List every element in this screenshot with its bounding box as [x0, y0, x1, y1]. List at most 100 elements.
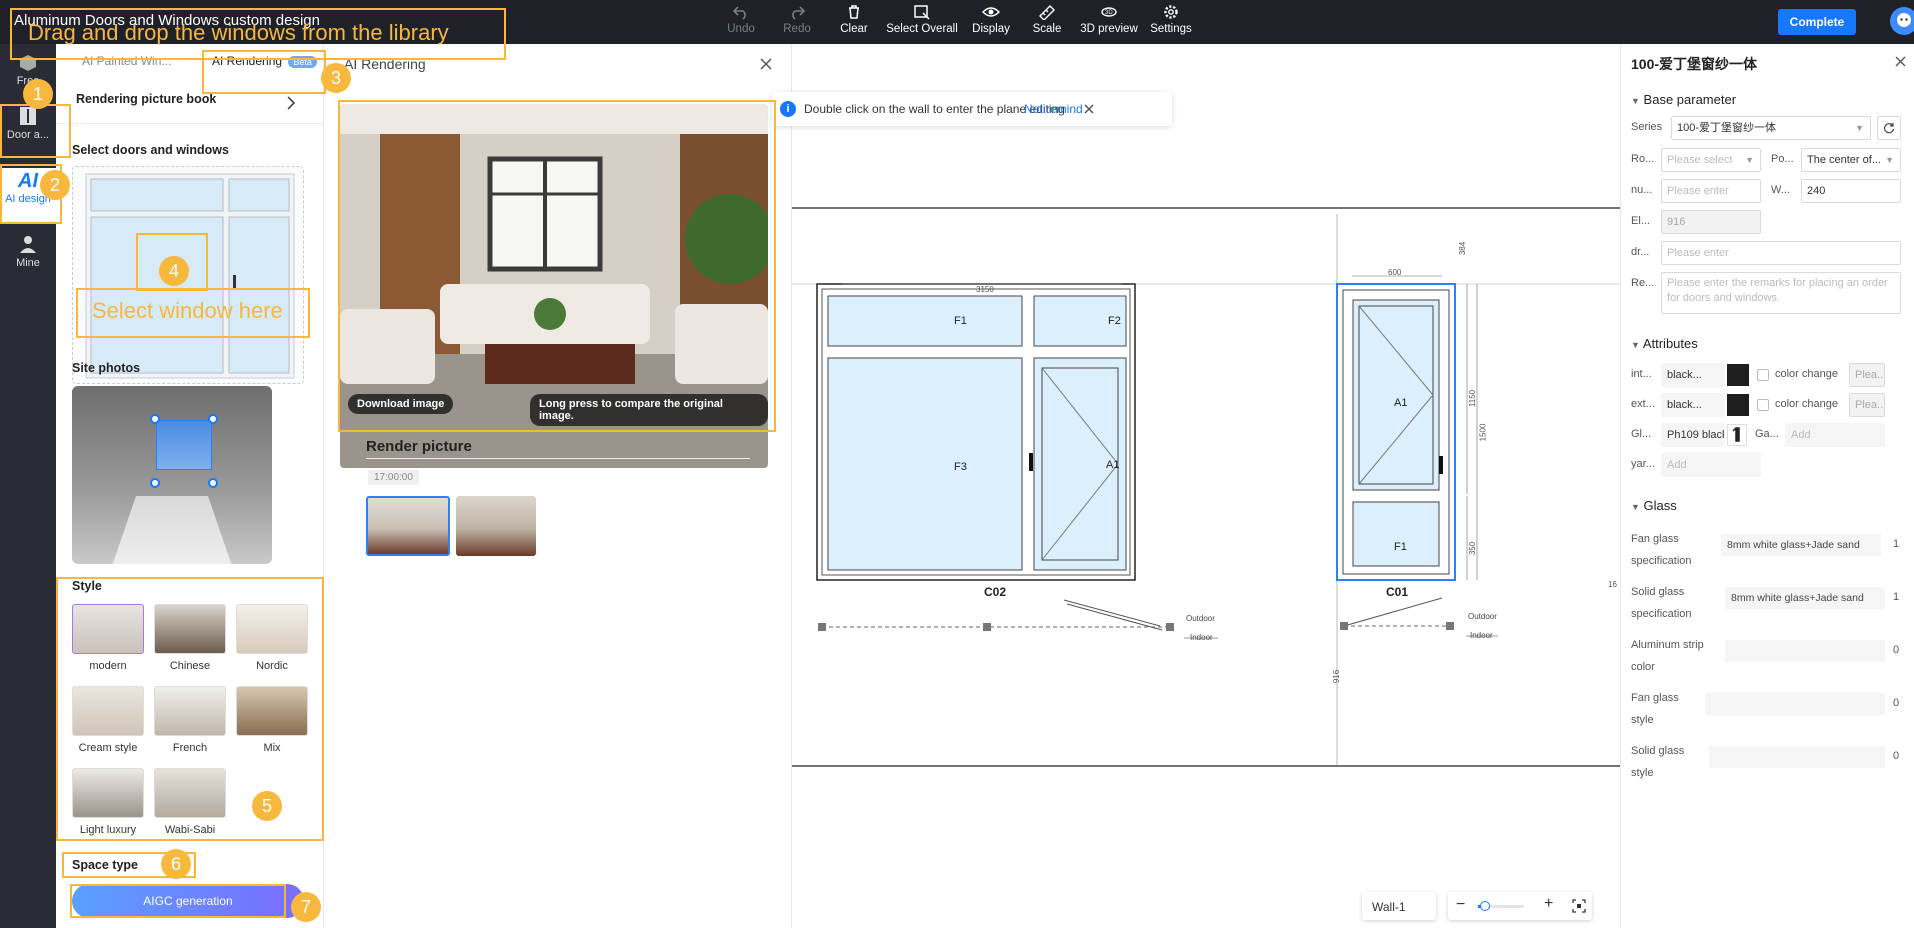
color-change-checkbox[interactable] — [1757, 399, 1769, 411]
gl-label: Gl... — [1631, 428, 1652, 440]
resize-handle[interactable] — [208, 414, 218, 424]
scale-button[interactable]: Scale — [1012, 4, 1082, 42]
undo-icon — [732, 6, 746, 20]
remarks-textarea[interactable]: Please enter the remarks for placing an … — [1661, 272, 1901, 314]
annotation-box-render — [338, 100, 776, 432]
render-time: 17:00:00 — [368, 470, 419, 485]
window-label-c02[interactable]: C02 — [984, 585, 1006, 599]
position-select[interactable]: The center of... ▼ — [1801, 148, 1901, 172]
number-input[interactable]: Please enter — [1661, 179, 1761, 203]
placed-window[interactable] — [156, 420, 212, 470]
chevron-down-icon: ▼ — [1885, 155, 1894, 165]
solid-spec-value[interactable]: 8mm white glass+Jade sand — [1725, 587, 1885, 609]
site-photo[interactable] — [72, 386, 272, 564]
render-picture-title: Render picture — [366, 438, 472, 455]
base-parameter-section[interactable]: ▼ Base parameter — [1631, 92, 1736, 107]
color-change-input: Plea... — [1849, 393, 1885, 417]
series-value: 100-爱丁堡窗纱一体 — [1677, 122, 1777, 134]
avatar[interactable] — [1890, 7, 1914, 35]
interior-color-swatch[interactable] — [1727, 364, 1749, 386]
handle-swatch[interactable] — [1727, 424, 1747, 446]
elevation-drawing — [792, 207, 1620, 767]
wall-selector[interactable]: Wall-1 — [1362, 892, 1436, 920]
indoor-label: Indoor — [1190, 633, 1213, 642]
display-label: Display — [972, 23, 1010, 35]
zoom-out-button[interactable]: − — [1456, 896, 1465, 914]
ro-label: Ro... — [1631, 153, 1655, 165]
annotation-select-hint: Select window here — [92, 298, 283, 323]
complete-button[interactable]: Complete — [1778, 9, 1856, 35]
clear-button[interactable]: Clear — [819, 4, 889, 42]
pane-label: F2 — [1108, 315, 1121, 327]
rotate-3d-icon: 3D — [1101, 7, 1117, 17]
divider — [366, 458, 750, 459]
fan-spec-value[interactable]: 8mm white glass+Jade sand — [1721, 534, 1881, 556]
rail-item-mine[interactable]: Mine — [0, 234, 56, 269]
fan-style-qty: 0 — [1893, 697, 1900, 709]
eye-icon — [982, 7, 1000, 17]
3d-preview-button[interactable]: 3D 3D preview — [1074, 4, 1144, 42]
zoom-slider-thumb[interactable] — [1480, 901, 1490, 911]
annotation-marker-4: 4 — [159, 256, 189, 286]
fan-spec-qty: 1 — [1893, 538, 1900, 550]
annotation-marker-6: 6 — [161, 849, 191, 879]
outdoor-label: Outdoor — [1468, 612, 1497, 621]
color-change-checkbox[interactable] — [1757, 369, 1769, 381]
exterior-color-value[interactable]: black... — [1661, 393, 1725, 417]
dim-edge: 16 — [1608, 580, 1617, 589]
ga-add-input[interactable]: Add — [1785, 423, 1885, 447]
color-change-label: color change — [1775, 398, 1838, 410]
resize-handle[interactable] — [208, 478, 218, 488]
solid-spec-label: Solid glass specification — [1631, 586, 1692, 620]
dim-1150: 1150 — [1468, 389, 1478, 408]
base-parameter-label: Base parameter — [1643, 92, 1737, 107]
glass-section[interactable]: ▼ Glass — [1631, 498, 1677, 513]
fan-style-value[interactable] — [1705, 693, 1885, 715]
dim-1500: 1500 — [1478, 423, 1488, 442]
drawing-canvas[interactable]: i Double click on the wall to enter the … — [772, 44, 1620, 928]
drawing-input[interactable]: Please enter — [1661, 241, 1901, 265]
settings-button[interactable]: Settings — [1136, 4, 1206, 42]
close-icon[interactable] — [1895, 56, 1906, 67]
chevron-right-icon — [287, 96, 296, 110]
interior-color-value[interactable]: black... — [1661, 363, 1725, 387]
resize-handle[interactable] — [150, 414, 160, 424]
window-label-c01[interactable]: C01 — [1386, 585, 1408, 599]
annotation-banner-text: Drag and drop the windows from the libra… — [28, 20, 449, 45]
rail-label-mine: Mine — [16, 257, 40, 269]
handle-icon — [1732, 427, 1740, 442]
dim-c01-width: 600 — [1388, 268, 1402, 277]
refresh-icon — [1883, 123, 1895, 134]
redo-icon — [792, 6, 806, 20]
ro-select[interactable]: Please select ▼ — [1661, 148, 1761, 172]
solid-spec-qty: 1 — [1893, 591, 1900, 603]
exterior-color-swatch[interactable] — [1727, 394, 1749, 416]
solid-style-value[interactable] — [1709, 746, 1885, 768]
series-select[interactable]: 100-爱丁堡窗纱一体 ▼ — [1671, 116, 1871, 140]
resize-handle[interactable] — [150, 478, 160, 488]
dim-384: 384 — [1458, 241, 1468, 256]
color-change-input: Plea... — [1849, 363, 1885, 387]
fit-screen-icon[interactable] — [1572, 899, 1586, 913]
render-thumbnail[interactable] — [366, 496, 450, 556]
strip-color-value[interactable] — [1725, 640, 1885, 662]
yar-add-input[interactable]: Add — [1661, 453, 1761, 477]
zoom-slider[interactable] — [1478, 901, 1524, 911]
refresh-button[interactable] — [1877, 116, 1901, 140]
zoom-in-button[interactable]: + — [1544, 895, 1553, 913]
site-photos-title: Site photos — [72, 361, 141, 375]
chevron-down-icon: ▼ — [1745, 155, 1754, 165]
settings-label: Settings — [1150, 23, 1192, 35]
strip-color-qty: 0 — [1893, 644, 1900, 656]
width-input[interactable]: 240 — [1801, 179, 1901, 203]
attributes-section[interactable]: ▼ Attributes — [1631, 336, 1698, 351]
width-label: W... — [1771, 184, 1790, 196]
annotation-box-doors — [0, 104, 71, 158]
select-overall-button[interactable]: Select Overall — [886, 4, 958, 42]
render-thumbnail[interactable] — [456, 496, 536, 556]
gl-value[interactable]: Ph109 black — [1661, 423, 1725, 447]
solid-style-qty: 0 — [1893, 750, 1900, 762]
interior-color-label: int... — [1631, 368, 1652, 380]
annotation-marker-3: 3 — [321, 63, 351, 93]
close-icon[interactable] — [760, 58, 772, 70]
